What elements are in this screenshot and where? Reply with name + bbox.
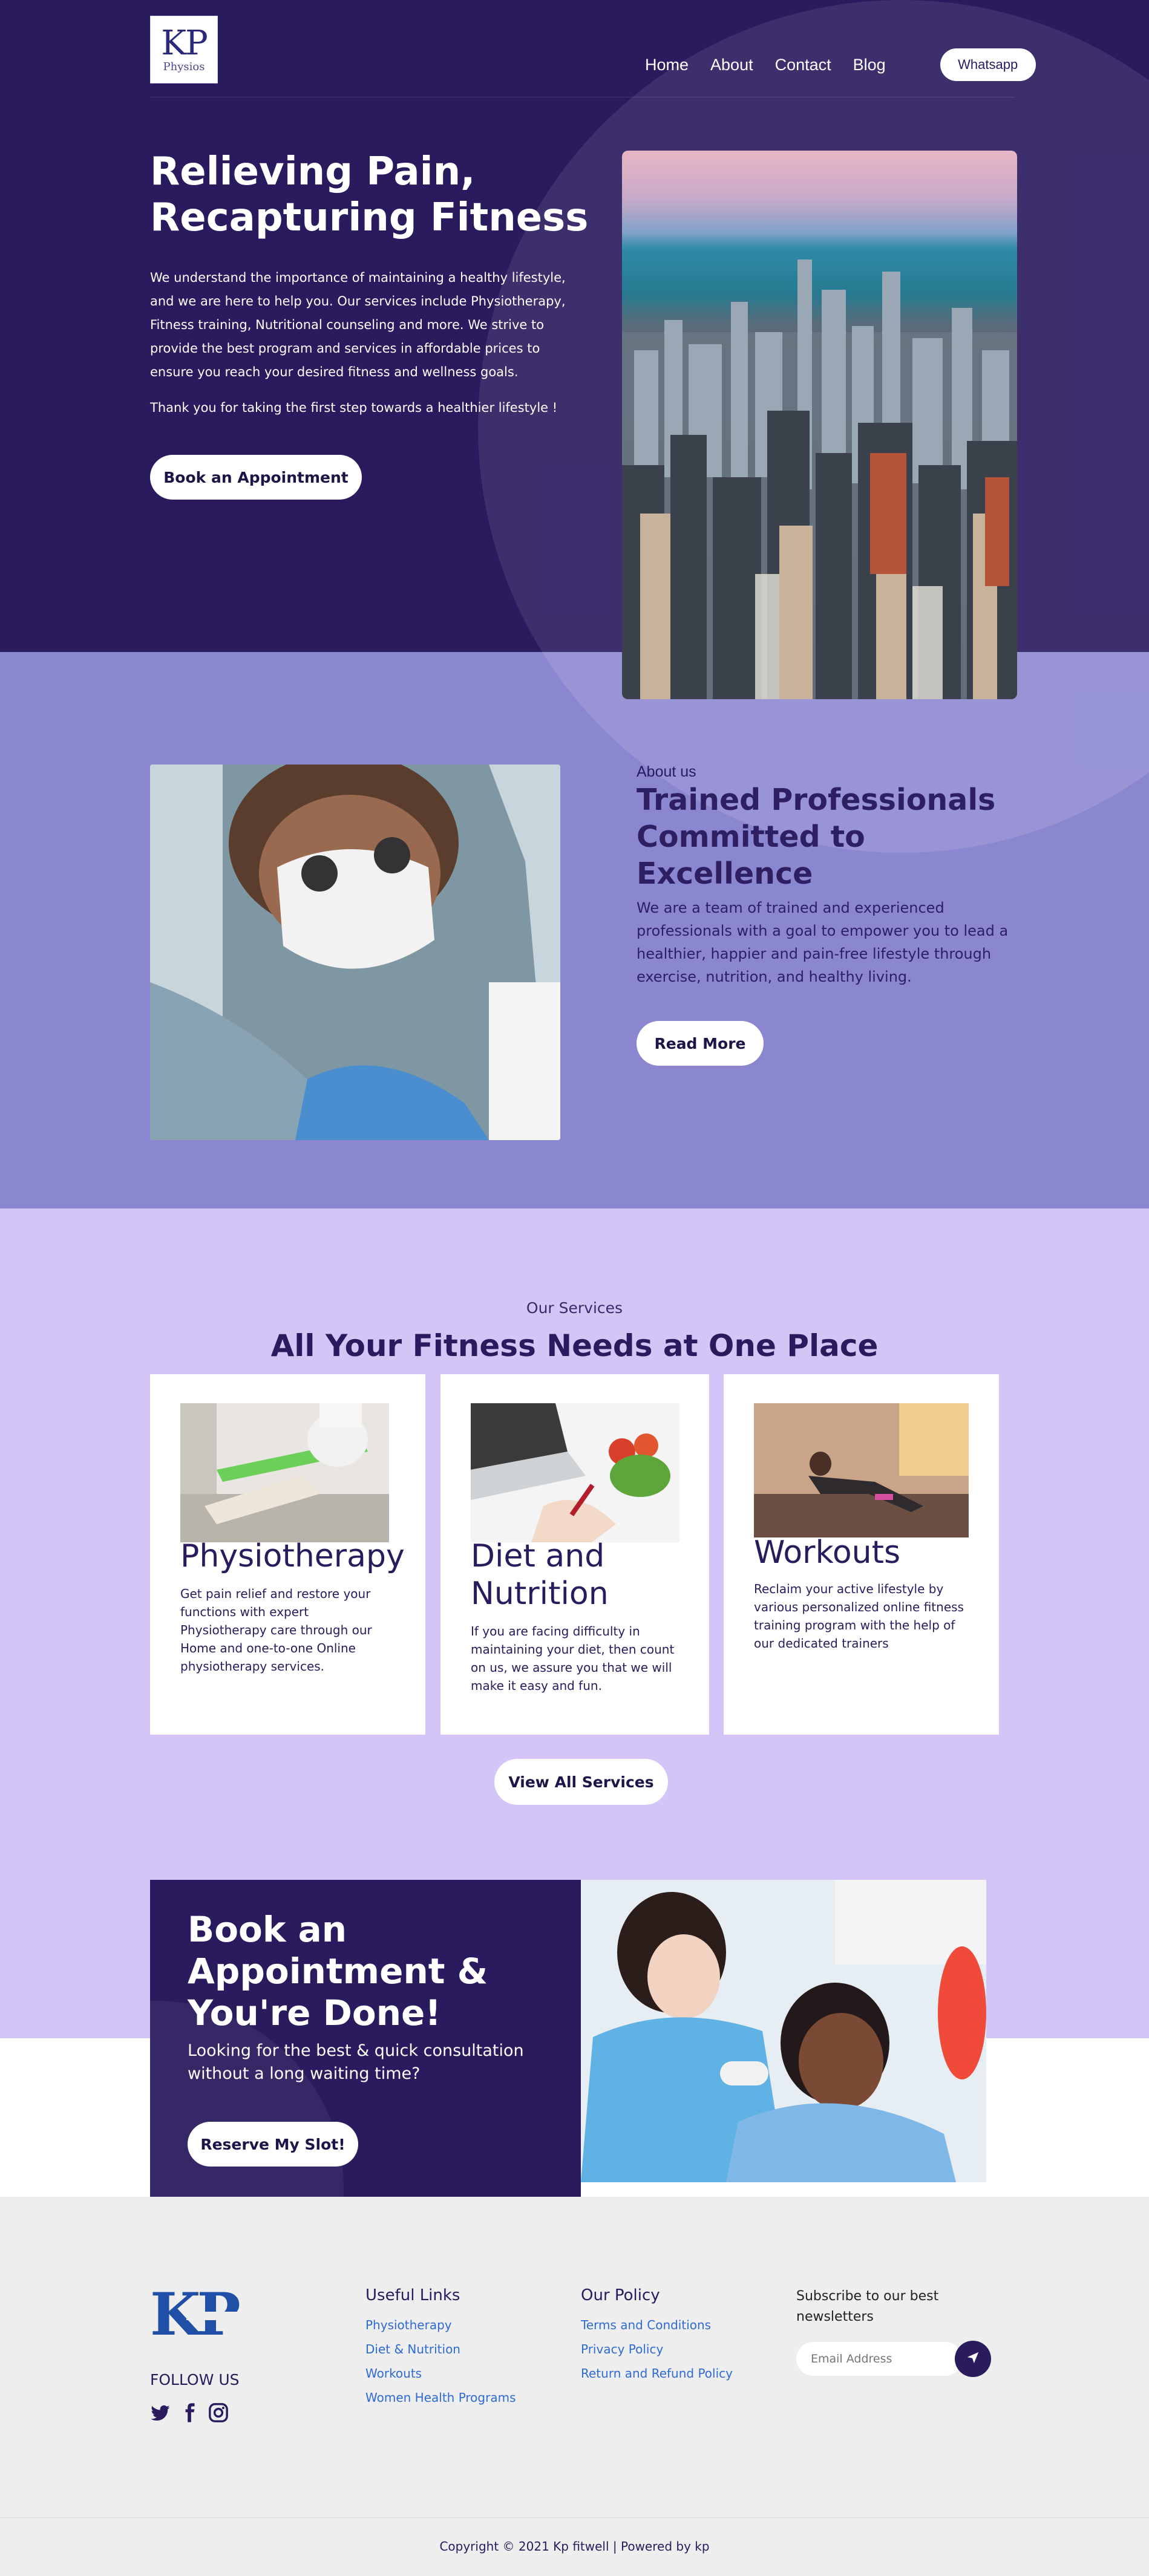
footer-link-diet-nutrition[interactable]: Diet & Nutrition (365, 2342, 516, 2356)
newsletter-submit-button[interactable] (955, 2341, 991, 2377)
footer-link-workouts[interactable]: Workouts (365, 2366, 516, 2381)
instagram-icon[interactable] (208, 2402, 229, 2423)
workouts-image (754, 1403, 969, 1537)
appointment-title: Book an Appointment & You're Done! (188, 1909, 488, 2033)
policy-heading: Our Policy (581, 2286, 660, 2304)
hero-title: Relieving Pain, Recapturing Fitness (150, 149, 589, 240)
appointment-cta: Book an Appointment & You're Done! Looki… (150, 1880, 581, 2197)
service-card-workouts[interactable]: Workouts Reclaim your active lifestyle b… (724, 1374, 999, 1735)
about-title: Trained Professionals Committed to Excel… (637, 783, 996, 891)
social-links (150, 2402, 229, 2423)
book-appointment-button[interactable]: Book an Appointment (150, 455, 362, 500)
nav-link-contact[interactable]: Contact (775, 56, 831, 74)
logo-subtitle: Physios (163, 60, 205, 73)
service-card-title: Workouts (754, 1534, 901, 1571)
main-nav: Home About Contact Blog Whatsapp (645, 48, 1036, 81)
service-card-text: If you are facing difficulty in maintain… (471, 1624, 675, 1693)
newsletter-heading: Subscribe to our best newsletters (796, 2289, 939, 2324)
physiotherapy-image (180, 1403, 389, 1542)
diet-nutrition-image (471, 1403, 679, 1542)
footer-link-terms[interactable]: Terms and Conditions (581, 2318, 733, 2332)
copyright-text: Copyright © 2021 Kp fitwell | Powered by… (439, 2539, 710, 2554)
footer-link-women-health[interactable]: Women Health Programs (365, 2390, 516, 2405)
page: KP Physios Home About Contact Blog Whats… (0, 0, 1149, 2576)
footer-newsletter: Subscribe to our best newsletters (796, 2286, 1002, 2327)
footer-link-refund[interactable]: Return and Refund Policy (581, 2366, 733, 2381)
hero-paragraph-thanks: Thank you for taking the first step towa… (150, 400, 558, 415)
dental-professional-image (150, 765, 560, 1140)
footer-logo[interactable]: KP (150, 2280, 254, 2349)
service-card-text: Reclaim your active lifestyle by various… (754, 1582, 964, 1651)
whatsapp-button[interactable]: Whatsapp (940, 48, 1036, 81)
about-text: We are a team of trained and experienced… (637, 899, 1009, 985)
footer-link-privacy[interactable]: Privacy Policy (581, 2342, 733, 2356)
newsletter-email-input[interactable] (796, 2342, 962, 2376)
services-title: All Your Fitness Needs at One Place (270, 1328, 879, 1363)
about-eyebrow: About us (637, 763, 696, 780)
hero-paragraph: We understand the importance of maintain… (150, 270, 566, 379)
view-all-services-button[interactable]: View All Services (494, 1759, 668, 1805)
logo-initials: KP (161, 24, 208, 63)
read-more-button[interactable]: Read More (637, 1021, 764, 1066)
footer-policy-links: Our Policy Terms and Conditions Privacy … (581, 2286, 733, 2390)
appointment-text: Looking for the best & quick consultatio… (188, 2041, 524, 2083)
reserve-slot-button[interactable]: Reserve My Slot! (188, 2122, 358, 2167)
service-card-text: Get pain relief and restore your functio… (180, 1586, 372, 1674)
service-card-physiotherapy[interactable]: Physiotherapy Get pain relief and restor… (150, 1374, 425, 1735)
dental-checkup-image (581, 1880, 986, 2182)
nav-link-home[interactable]: Home (645, 56, 689, 74)
footer-divider (0, 2517, 1149, 2518)
useful-links-heading: Useful Links (365, 2286, 460, 2304)
service-card-title: Physiotherapy (180, 1538, 405, 1574)
site-logo[interactable]: KP Physios (150, 16, 218, 83)
newsletter-form (796, 2341, 991, 2377)
twitter-icon[interactable] (150, 2402, 171, 2423)
service-card-diet[interactable]: Diet and Nutrition If you are facing dif… (440, 1374, 709, 1735)
follow-us-label: FOLLOW US (150, 2371, 240, 2389)
footer-useful-links: Useful Links Physiotherapy Diet & Nutrit… (365, 2286, 516, 2415)
service-card-title: Diet and Nutrition (471, 1538, 609, 1612)
footer-link-physiotherapy[interactable]: Physiotherapy (365, 2318, 516, 2332)
city-skyline-image (622, 151, 1017, 699)
nav-link-blog[interactable]: Blog (853, 56, 886, 74)
facebook-icon[interactable] (179, 2402, 200, 2423)
send-icon (966, 2351, 980, 2367)
nav-link-about[interactable]: About (710, 56, 753, 74)
services-eyebrow: Our Services (526, 1299, 623, 1317)
